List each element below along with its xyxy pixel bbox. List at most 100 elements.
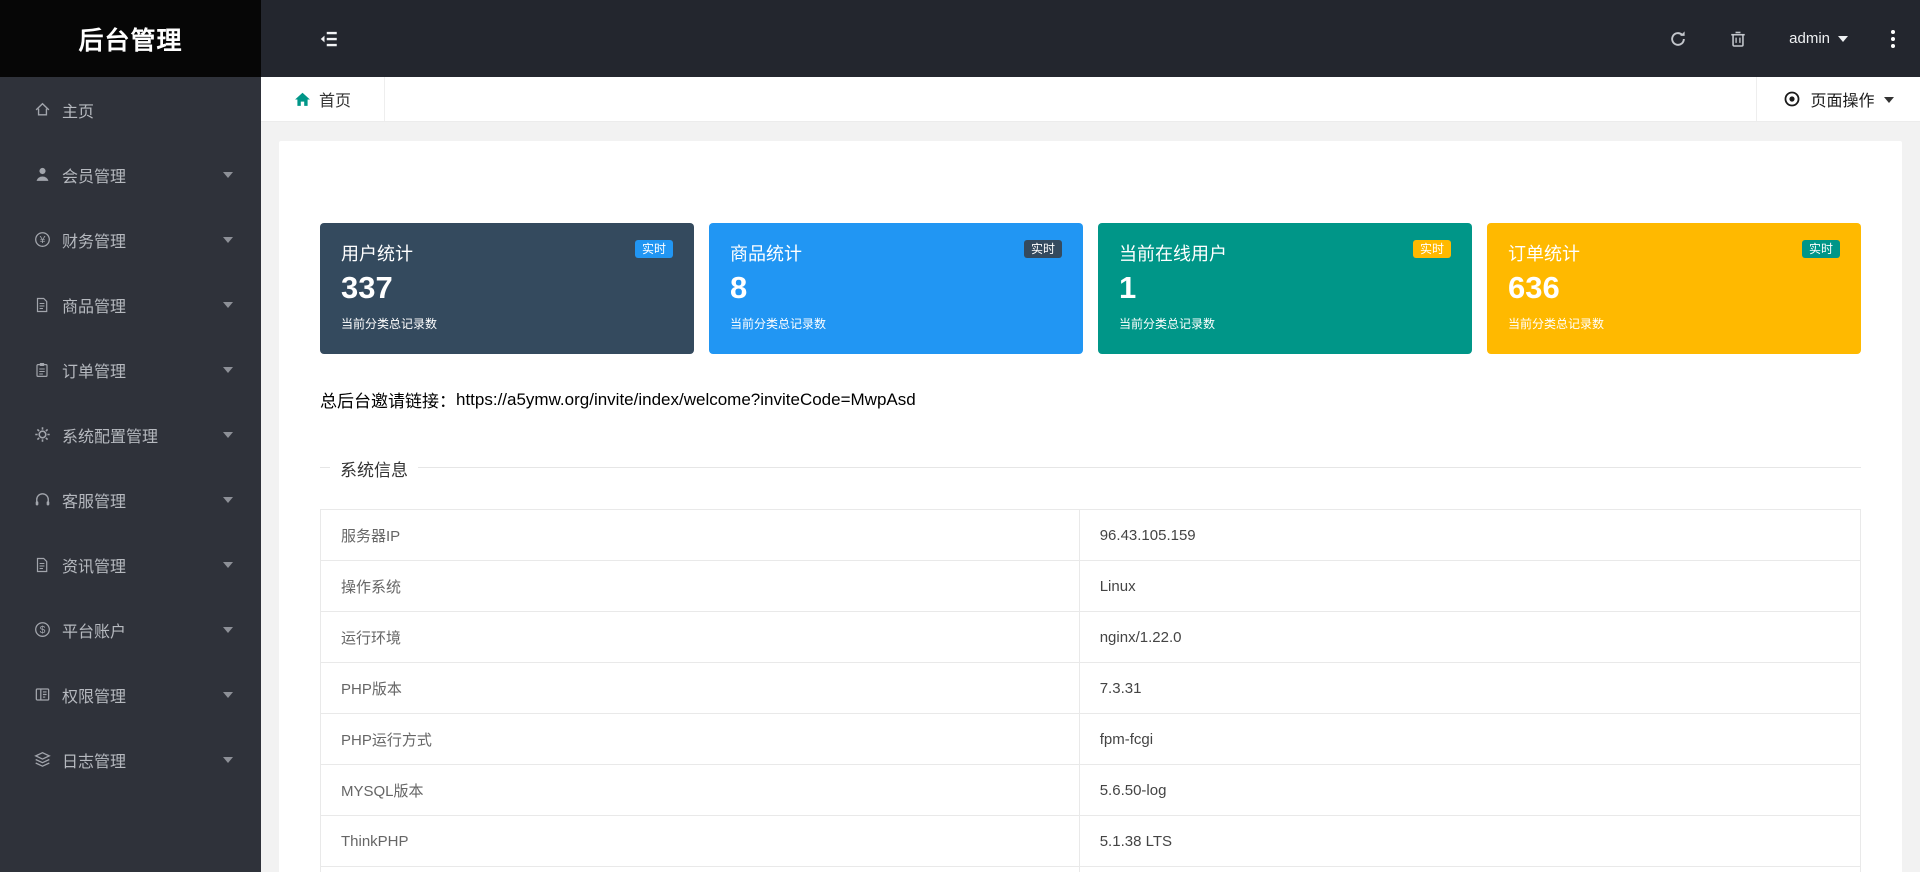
row-value [1080, 867, 1860, 872]
brand-logo: 后台管理 [0, 0, 261, 77]
table-row: 服务器IP 96.43.105.159 [321, 510, 1860, 561]
sidebar-item-permissions[interactable]: 权限管理 [0, 662, 261, 727]
sidebar-item-orders[interactable]: 订单管理 [0, 337, 261, 402]
chevron-down-icon [223, 756, 233, 768]
table-row: ThinkPHP 5.1.38 LTS [321, 816, 1860, 867]
row-label: MYSQL版本 [321, 765, 1080, 815]
card-title: 订单统计 [1508, 244, 1580, 264]
layers-icon [33, 751, 51, 769]
refresh-button[interactable] [1669, 30, 1687, 48]
card-subtitle: 当前分类总记录数 [341, 317, 438, 332]
invite-label: 总后台邀请链接： [320, 392, 456, 411]
sidebar-item-members[interactable]: 会员管理 [0, 142, 261, 207]
home-icon [33, 101, 51, 119]
card-title: 当前在线用户 [1119, 244, 1227, 264]
sidebar-item-label: 财务管理 [62, 233, 127, 251]
row-value: 96.43.105.159 [1099, 526, 1196, 544]
row-value: fpm-fcgi [1099, 730, 1154, 748]
card-value: 337 [341, 270, 393, 305]
user-menu[interactable]: admin [1789, 30, 1848, 47]
sidebar-item-logs[interactable]: 日志管理 [0, 727, 261, 792]
system-info-section: 系统信息 [320, 456, 1861, 481]
table-row-partial [321, 867, 1860, 872]
realtime-badge: 实时 [1412, 240, 1451, 258]
sidebar-item-platform-account[interactable]: $ 平台账户 [0, 597, 261, 662]
sidebar-item-label: 系统配置管理 [62, 428, 159, 446]
brand-title: 后台管理 [78, 26, 183, 55]
clear-cache-button[interactable] [1729, 30, 1747, 48]
main-area: 首页 页面操作 用户统计 实时 337 当前分类总记录数 商品统计 实时 8 当… [261, 77, 1920, 872]
outdent-icon [319, 29, 339, 49]
sidebar-item-label: 会员管理 [62, 168, 127, 186]
row-label: 操作系统 [321, 561, 1080, 611]
sidebar-item-finance[interactable]: ¥ 财务管理 [0, 207, 261, 272]
realtime-badge: 实时 [634, 240, 673, 258]
sidebar-item-label: 资讯管理 [62, 558, 127, 576]
svg-text:$: $ [39, 625, 45, 636]
news-icon [33, 556, 51, 574]
row-value: 7.3.31 [1099, 679, 1142, 697]
sidebar-item-label: 日志管理 [62, 753, 127, 771]
admin-app: 后台管理 admin 主页 会员管理 ¥ 财务管理 商品管理 订单管理 系统配置… [0, 0, 1920, 872]
card-value: 1 [1119, 270, 1137, 305]
sidebar-nav: 主页 会员管理 ¥ 财务管理 商品管理 订单管理 系统配置管理 客服管理 资讯管… [0, 77, 261, 872]
table-row: PHP运行方式 fpm-fcgi [321, 714, 1860, 765]
card-head: 用户统计 实时 [341, 240, 673, 266]
chevron-down-icon [223, 626, 233, 638]
stat-card-online-users: 当前在线用户 实时 1 当前分类总记录数 [1098, 223, 1472, 354]
section-title: 系统信息 [330, 456, 418, 481]
sidebar-item-home[interactable]: 主页 [0, 77, 261, 142]
circle-dot-icon [1783, 90, 1801, 108]
invite-link[interactable]: https://a5ymw.org/invite/index/welcome?i… [456, 390, 916, 410]
trash-icon [1729, 30, 1747, 48]
row-label: 服务器IP [321, 510, 1080, 560]
sidebar-item-support[interactable]: 客服管理 [0, 467, 261, 532]
table-row: PHP版本 7.3.31 [321, 663, 1860, 714]
username: admin [1789, 30, 1830, 47]
document-icon [33, 296, 51, 314]
sidebar-collapse-button[interactable] [319, 29, 339, 49]
chevron-down-icon [223, 301, 233, 313]
realtime-badge: 实时 [1801, 240, 1840, 258]
card-subtitle: 当前分类总记录数 [1508, 317, 1605, 332]
page-actions-label: 页面操作 [1810, 93, 1875, 110]
row-value: nginx/1.22.0 [1099, 628, 1182, 646]
row-label: PHP版本 [321, 663, 1080, 713]
card-head: 当前在线用户 实时 [1119, 240, 1451, 266]
table-row: MYSQL版本 5.6.50-log [321, 765, 1860, 816]
topbar-actions: admin [1669, 29, 1920, 49]
sidebar-item-label: 平台账户 [62, 623, 127, 641]
page-actions-button[interactable]: 页面操作 [1756, 77, 1920, 121]
chevron-down-icon [223, 496, 233, 508]
content-scroll-area: 用户统计 实时 337 当前分类总记录数 商品统计 实时 8 当前分类总记录数 [261, 122, 1920, 872]
sidebar-item-products[interactable]: 商品管理 [0, 272, 261, 337]
card-value: 636 [1508, 270, 1560, 305]
stat-card-orders: 订单统计 实时 636 当前分类总记录数 [1487, 223, 1861, 354]
dollar-circle-icon: $ [33, 621, 51, 639]
sidebar-item-label: 商品管理 [62, 298, 127, 316]
more-menu-button[interactable] [1890, 29, 1896, 49]
refresh-icon [1669, 30, 1687, 48]
row-label [321, 867, 1080, 872]
sidebar-item-news[interactable]: 资讯管理 [0, 532, 261, 597]
system-info-table: 服务器IP 96.43.105.159 操作系统 Linux 运行环境 ngin… [320, 509, 1861, 872]
user-icon [33, 166, 51, 184]
yen-circle-icon: ¥ [33, 231, 51, 249]
stat-cards-row: 用户统计 实时 337 当前分类总记录数 商品统计 实时 8 当前分类总记录数 [320, 223, 1861, 354]
sidebar-item-label: 订单管理 [62, 363, 127, 381]
sidebar-item-system-config[interactable]: 系统配置管理 [0, 402, 261, 467]
row-value: 5.1.38 LTS [1099, 832, 1172, 850]
gear-icon [33, 426, 51, 444]
row-value: Linux [1099, 577, 1136, 595]
row-label: ThinkPHP [321, 816, 1080, 866]
topbar: admin [261, 0, 1920, 77]
row-label: 运行环境 [321, 612, 1080, 662]
card-head: 商品统计 实时 [730, 240, 1062, 266]
breadcrumb-bar: 首页 页面操作 [261, 77, 1920, 122]
table-row: 运行环境 nginx/1.22.0 [321, 612, 1860, 663]
tab-home[interactable]: 首页 [261, 77, 385, 121]
card-title: 商品统计 [730, 244, 802, 264]
table-row: 操作系统 Linux [321, 561, 1860, 612]
sidebar-item-label: 权限管理 [62, 688, 127, 706]
svg-text:¥: ¥ [38, 235, 45, 246]
